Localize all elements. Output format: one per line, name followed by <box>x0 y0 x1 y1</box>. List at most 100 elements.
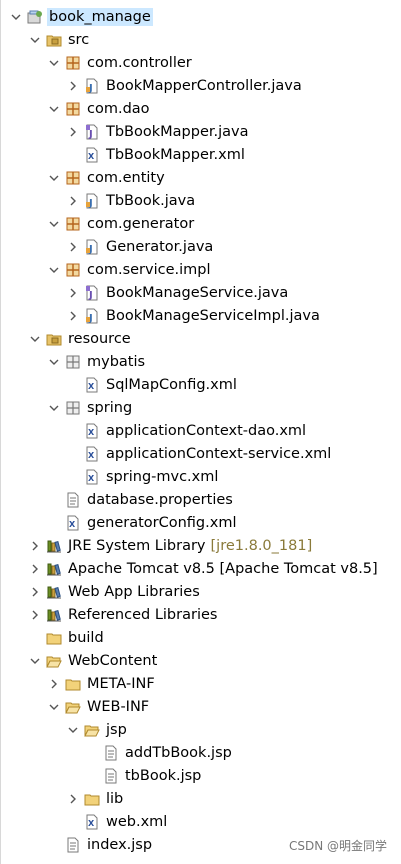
collapse-chevron-icon[interactable] <box>48 57 60 69</box>
expand-chevron-icon[interactable] <box>67 80 79 92</box>
tree-item-label: book_manage <box>47 7 153 26</box>
collapse-chevron-icon[interactable] <box>48 402 60 414</box>
collapse-chevron-icon[interactable] <box>48 701 60 713</box>
tree-item[interactable]: X SqlMapConfig.xml <box>0 373 401 396</box>
library-icon <box>46 538 62 554</box>
tree-item-label: spring-mvc.xml <box>106 468 219 485</box>
folder-open-icon <box>65 699 81 715</box>
collapse-chevron-icon[interactable] <box>29 333 41 345</box>
tree-item-label: web.xml <box>106 813 168 830</box>
java-interface-icon: J <box>84 285 100 301</box>
expand-chevron-icon[interactable] <box>29 563 41 575</box>
java-file-icon: J <box>84 78 100 94</box>
tree-item-label: TbBookMapper.java <box>106 123 249 140</box>
expand-chevron-icon[interactable] <box>67 287 79 299</box>
expand-chevron-icon[interactable] <box>67 793 79 805</box>
tree-item-label: Apache Tomcat v8.5 [Apache Tomcat v8.5] <box>68 560 378 577</box>
xml-file-icon: X <box>84 446 100 462</box>
tree-item-label: spring <box>87 399 133 416</box>
source-folder-icon <box>46 331 62 347</box>
tree-item[interactable]: com.entity <box>0 166 401 189</box>
expand-chevron-icon[interactable] <box>67 241 79 253</box>
tree-item[interactable]: book_manage <box>0 5 401 28</box>
collapse-chevron-icon[interactable] <box>10 11 22 23</box>
tree-item[interactable]: WEB-INF <box>0 695 401 718</box>
tree-item[interactable]: XapplicationContext-service.xml <box>0 442 401 465</box>
collapse-chevron-icon[interactable] <box>48 264 60 276</box>
tree-item[interactable]: database.properties <box>0 488 401 511</box>
tree-item[interactable]: Referenced Libraries <box>0 603 401 626</box>
expand-chevron-icon[interactable] <box>29 609 41 621</box>
tree-item[interactable]: J BookMapperController.java <box>0 74 401 97</box>
package-icon <box>65 216 81 232</box>
tree-item[interactable]: Xspring-mvc.xml <box>0 465 401 488</box>
tree-item[interactable]: J BookManageServiceImpl.java <box>0 304 401 327</box>
expand-chevron-icon[interactable] <box>29 540 41 552</box>
tree-item[interactable]: build <box>0 626 401 649</box>
java-file-icon: J <box>84 239 100 255</box>
tree-item[interactable]: src <box>0 28 401 51</box>
svg-text:J: J <box>88 290 93 301</box>
tree-item-label: build <box>68 629 104 646</box>
collapse-chevron-icon[interactable] <box>29 655 41 667</box>
project-icon <box>27 9 43 25</box>
tree-item-label: BookMapperController.java <box>106 77 302 94</box>
tree-item-label: META-INF <box>87 675 155 692</box>
tree-item[interactable]: lib <box>0 787 401 810</box>
xml-file-icon: X <box>65 515 81 531</box>
package-folder-icon <box>65 400 81 416</box>
tree-item[interactable]: com.dao <box>0 97 401 120</box>
expand-chevron-icon[interactable] <box>67 126 79 138</box>
tree-item[interactable]: Web App Libraries <box>0 580 401 603</box>
tree-item[interactable]: J TbBookMapper.java <box>0 120 401 143</box>
xml-file-icon: X <box>84 469 100 485</box>
collapse-chevron-icon[interactable] <box>48 172 60 184</box>
folder-icon <box>46 630 62 646</box>
collapse-chevron-icon[interactable] <box>48 218 60 230</box>
package-icon <box>65 101 81 117</box>
tree-item[interactable]: Xweb.xml <box>0 810 401 833</box>
expand-chevron-icon[interactable] <box>67 195 79 207</box>
tree-item[interactable]: com.service.impl <box>0 258 401 281</box>
tree-item-label: JRE System Library <box>68 537 206 554</box>
expand-chevron-icon[interactable] <box>48 678 60 690</box>
java-interface-icon: J <box>84 124 100 140</box>
tree-item[interactable]: X TbBookMapper.xml <box>0 143 401 166</box>
svg-text:X: X <box>88 474 95 483</box>
tree-item[interactable]: J Generator.java <box>0 235 401 258</box>
tree-item[interactable]: com.generator <box>0 212 401 235</box>
tree-item-label: Generator.java <box>106 238 214 255</box>
jsp-file-icon <box>103 745 119 761</box>
tree-item[interactable]: addTbBook.jsp <box>0 741 401 764</box>
collapse-chevron-icon[interactable] <box>29 34 41 46</box>
tree-item-label: BookManageService.java <box>106 284 289 301</box>
tree-item-label: jsp <box>106 721 127 738</box>
tree-item-label: Referenced Libraries <box>68 606 218 623</box>
package-icon <box>65 170 81 186</box>
collapse-chevron-icon[interactable] <box>48 103 60 115</box>
collapse-chevron-icon[interactable] <box>48 356 60 368</box>
tree-item[interactable]: resource <box>0 327 401 350</box>
tree-item[interactable]: spring <box>0 396 401 419</box>
tree-item[interactable]: J TbBook.java <box>0 189 401 212</box>
tree-item-label: WEB-INF <box>87 698 150 715</box>
tree-item[interactable]: META-INF <box>0 672 401 695</box>
tree-item[interactable]: JRE System Library [jre1.8.0_181] <box>0 534 401 557</box>
tree-item[interactable]: WebContent <box>0 649 401 672</box>
tree-item-label: com.controller <box>87 54 192 71</box>
tree-item[interactable]: Apache Tomcat v8.5 [Apache Tomcat v8.5] <box>0 557 401 580</box>
tree-item[interactable]: mybatis <box>0 350 401 373</box>
properties-file-icon <box>65 492 81 508</box>
tree-item[interactable]: tbBook.jsp <box>0 764 401 787</box>
collapse-chevron-icon[interactable] <box>67 724 79 736</box>
tree-item[interactable]: XgeneratorConfig.xml <box>0 511 401 534</box>
tree-item[interactable]: com.controller <box>0 51 401 74</box>
expand-chevron-icon[interactable] <box>29 586 41 598</box>
expand-chevron-icon[interactable] <box>67 310 79 322</box>
tree-item[interactable]: J BookManageService.java <box>0 281 401 304</box>
tree-item[interactable]: jsp <box>0 718 401 741</box>
tree-item[interactable]: XapplicationContext-dao.xml <box>0 419 401 442</box>
java-file-icon: J <box>84 193 100 209</box>
jsp-file-icon <box>103 768 119 784</box>
